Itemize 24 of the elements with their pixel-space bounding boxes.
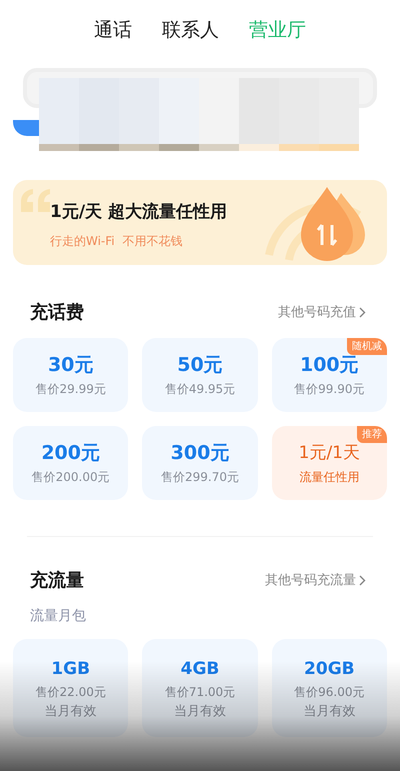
badge: 随机减	[347, 338, 387, 355]
data-plan-option[interactable]: 1GB 售价22.00元 当月有效	[13, 639, 128, 737]
data-plan-option[interactable]: 4GB 售价71.00元 当月有效	[142, 639, 258, 737]
recharge-option[interactable]: 300元 售价299.70元	[142, 426, 258, 500]
section-title: 充流量	[30, 569, 84, 593]
recharge-option[interactable]: 30元 售价29.99元	[13, 338, 128, 412]
badge: 推荐	[357, 426, 387, 443]
tab[interactable]: 通话	[94, 16, 132, 44]
more-link[interactable]: 其他号码充流量	[265, 570, 366, 590]
banner-title: 1元/天 超大流量任性用	[50, 201, 227, 224]
tab[interactable]: 联系人	[162, 16, 219, 44]
recharge-option[interactable]: 随机减 100元 售价99.90元	[272, 338, 387, 412]
recharge-option[interactable]: 50元 售价49.95元	[142, 338, 258, 412]
chevron-right-icon	[359, 307, 366, 318]
section-title: 充话费	[30, 301, 84, 325]
promo-banner[interactable]: 1元/天 超大流量任性用 行走的Wi-Fi 不用不花钱	[13, 180, 387, 265]
tab[interactable]: 营业厅	[249, 16, 306, 44]
more-link[interactable]: 其他号码充值	[278, 302, 366, 322]
quote-mark-icon	[19, 188, 53, 214]
recharge-option[interactable]: 200元 售价200.00元	[13, 426, 128, 500]
banner-subtitle: 行走的Wi-Fi 不用不花钱	[50, 233, 182, 250]
data-plan-option[interactable]: 20GB 售价96.00元 当月有效	[272, 639, 387, 737]
chevron-right-icon	[359, 575, 366, 586]
section-subtitle: 流量月包	[30, 607, 87, 626]
